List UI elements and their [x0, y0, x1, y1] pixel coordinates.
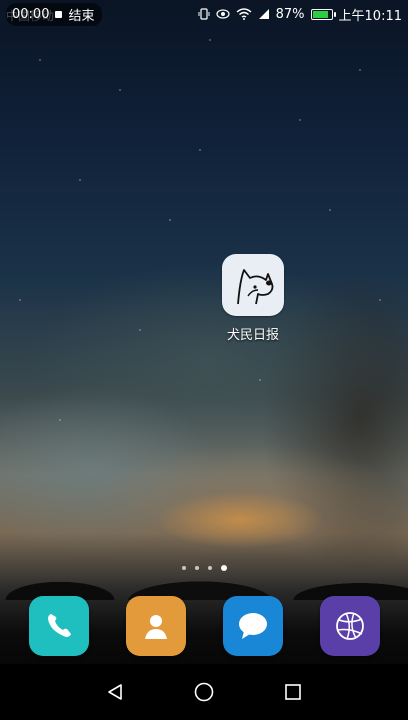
signal-icon [258, 8, 270, 20]
vibrate-icon [198, 8, 210, 20]
back-icon [107, 684, 122, 700]
recording-time: 00:00 [12, 6, 50, 22]
dog-icon [222, 254, 284, 316]
home-button[interactable] [189, 677, 219, 707]
status-right: 87% 上午10:11 [198, 5, 402, 24]
messages-icon [238, 613, 267, 639]
dock-messages-app[interactable] [222, 596, 283, 656]
dock-contacts-app[interactable] [125, 596, 186, 656]
navigation-bar [0, 664, 408, 720]
battery-icon [310, 8, 336, 20]
home-screen: 中国移动 00:00 结束 87% 上午10:11 犬民日报 [0, 0, 408, 720]
phone-icon [47, 614, 71, 637]
stop-recording-label: 结束 [68, 8, 95, 24]
status-bar: 中国移动 00:00 结束 87% 上午10:11 [0, 0, 408, 28]
page-dot [194, 566, 199, 570]
home-icon [194, 682, 214, 702]
page-dot [181, 566, 186, 570]
recents-icon [285, 684, 302, 700]
dock [0, 596, 408, 656]
screen-recording-pill[interactable]: 中国移动 00:00 结束 [6, 2, 103, 26]
page-dot [207, 566, 212, 570]
app-label: 犬民日报 [226, 328, 279, 343]
stop-icon [55, 10, 63, 18]
eye-comfort-icon [216, 9, 230, 19]
contacts-icon [144, 615, 167, 639]
back-button[interactable] [100, 677, 130, 707]
recents-button[interactable] [278, 677, 308, 707]
wifi-icon [236, 8, 252, 20]
dock-browser-app[interactable] [319, 596, 380, 656]
battery-fill [312, 10, 328, 18]
app-quanmin-ribao[interactable]: 犬民日报 [222, 254, 284, 343]
browser-icon [335, 612, 364, 640]
page-indicator [0, 565, 408, 571]
battery-percent: 87% [275, 6, 305, 22]
clock: 上午10:11 [338, 8, 402, 24]
page-dot-active [220, 565, 227, 571]
dock-phone-app[interactable] [28, 596, 89, 656]
status-left: 中国移动 00:00 结束 [6, 2, 103, 26]
